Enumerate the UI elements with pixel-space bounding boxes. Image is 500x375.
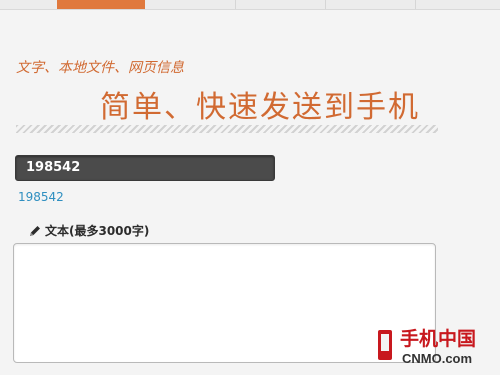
watermark-en-text: CNMO.com (402, 351, 473, 366)
pencil-icon (28, 224, 42, 238)
text-input-area[interactable] (13, 243, 436, 363)
nav-tab-6[interactable] (415, 0, 500, 9)
text-field-label-text: 文本(最多3000字) (45, 224, 150, 238)
hero-headline: 简单、快速发送到手机 (100, 90, 420, 125)
nav-tab-3[interactable] (145, 0, 236, 9)
nav-tab-4[interactable] (235, 0, 326, 9)
text-field-label: 文本(最多3000字) (28, 222, 149, 239)
hero-subtitle: 文字、本地文件、网页信息 (16, 60, 184, 76)
nav-tab-5[interactable] (325, 0, 416, 9)
nav-tab-1[interactable] (0, 0, 58, 9)
watermark-cn-text: 手机中国 (400, 328, 477, 350)
top-nav-bar (0, 0, 500, 10)
cnmo-watermark-logo: 手机中国 CNMO.com (378, 328, 490, 370)
phone-logo-icon (378, 330, 392, 360)
code-display-bar: 198542 (15, 155, 275, 181)
nav-tab-active[interactable] (57, 0, 145, 9)
hatched-divider (16, 125, 438, 133)
code-link[interactable]: 198542 (18, 190, 64, 204)
